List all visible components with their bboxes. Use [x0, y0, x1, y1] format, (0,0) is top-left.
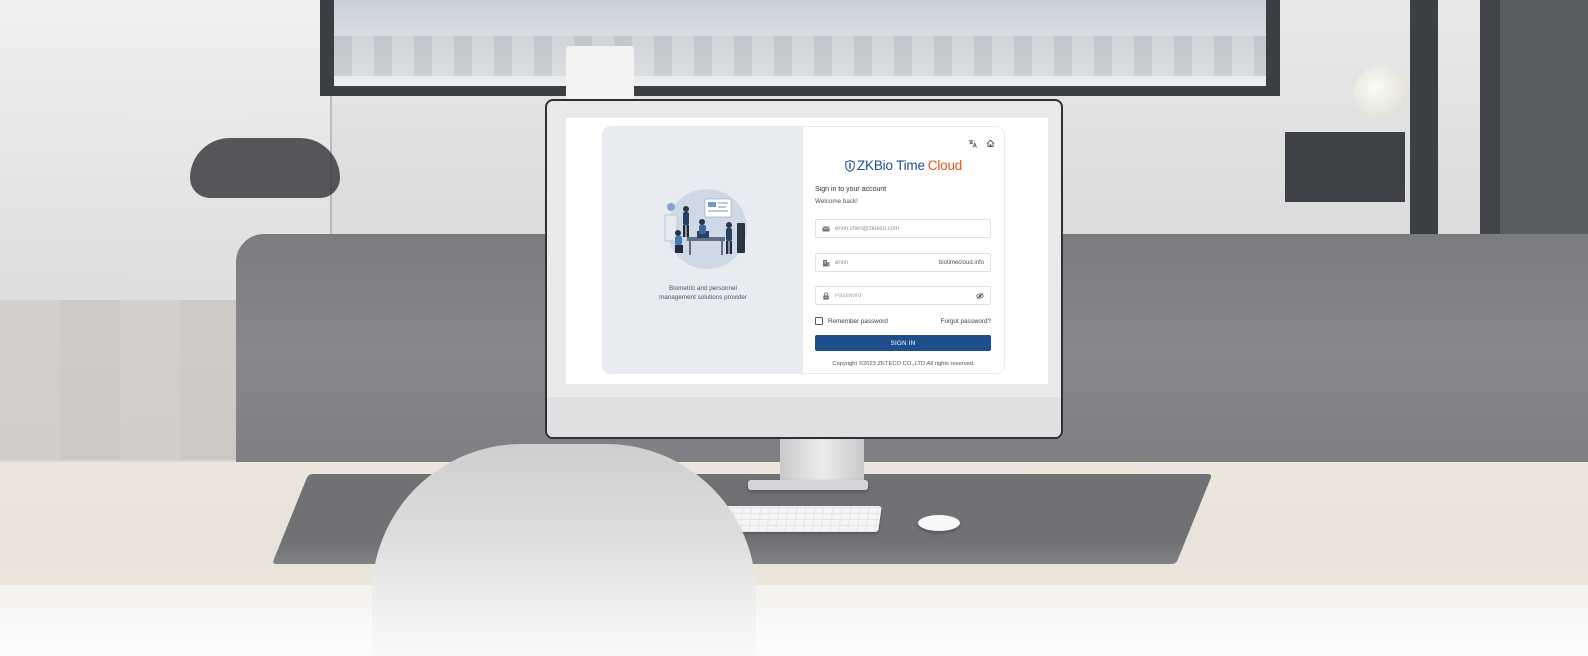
building-icon: [823, 259, 830, 266]
copyright-text: Copyright ©2023 ZKTECO CO.,LTD.All right…: [832, 361, 975, 367]
mouse: [918, 515, 960, 531]
shield-icon: [845, 159, 855, 172]
brand-name: ZKBio Time: [857, 158, 925, 173]
remember-password-label[interactable]: Remember password: [828, 318, 888, 325]
remember-password-checkbox[interactable]: Remember password: [815, 317, 888, 325]
translate-icon[interactable]: [968, 135, 977, 148]
floor: [0, 300, 240, 460]
background-chair: [190, 138, 340, 198]
email-value: ervin.chen@zkteco.com: [835, 225, 900, 232]
login-card: Biometric and personnel management solut…: [603, 127, 1004, 373]
shelf: [1285, 132, 1405, 202]
monitor-stand-foot: [748, 480, 868, 490]
monitor-chin: [547, 397, 1061, 437]
options-row: Remember password Forgot password?: [815, 317, 991, 325]
monitor-stand: [780, 438, 864, 484]
forgot-password-link[interactable]: Forgot password?: [941, 318, 991, 325]
home-icon[interactable]: [986, 135, 995, 148]
under-desk: [0, 607, 1588, 656]
pencil-cup: [566, 46, 634, 102]
eye-off-icon[interactable]: [976, 292, 984, 300]
form-heading: Sign in to your account: [815, 186, 887, 193]
top-icons: [968, 135, 995, 148]
brand-logo: ZKBio Time Cloud: [845, 158, 962, 173]
login-form-panel: ZKBio Time Cloud Sign in to your account…: [803, 127, 1004, 373]
illustration-panel: Biometric and personnel management solut…: [603, 127, 803, 373]
team-illustration: [664, 189, 747, 269]
email-field[interactable]: ervin.chen@zkteco.com: [815, 219, 991, 238]
company-value: ervin: [835, 259, 849, 266]
brand-accent: Cloud: [927, 158, 963, 173]
desk-edge: [0, 585, 1588, 607]
sign-in-button[interactable]: SIGN IN: [815, 335, 991, 351]
checkbox-box[interactable]: [815, 317, 823, 325]
password-field[interactable]: [815, 286, 991, 305]
lamp: [1354, 66, 1408, 120]
company-domain: biotimecloud.info: [938, 259, 984, 266]
tagline: Biometric and personnel management solut…: [659, 285, 747, 301]
lock-icon: [823, 291, 829, 300]
mail-icon: [822, 226, 830, 231]
office-chair: [372, 444, 756, 656]
company-field[interactable]: ervin biotimecloud.info: [815, 253, 991, 272]
welcome-text: Welcome back!: [815, 198, 858, 205]
password-input[interactable]: [835, 292, 972, 299]
pillar: [1480, 0, 1500, 235]
wall: [1500, 0, 1588, 235]
pillar: [1410, 0, 1438, 235]
window: [320, 0, 1280, 96]
